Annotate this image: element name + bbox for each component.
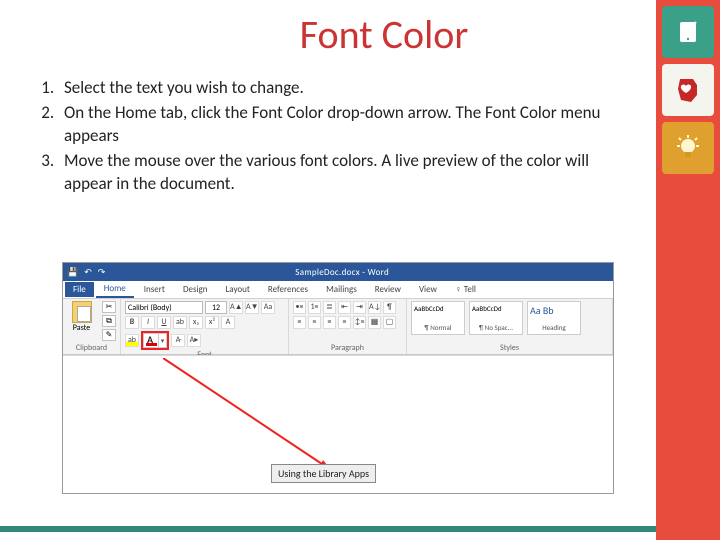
text-effects-2-button[interactable]: A▸ (187, 334, 201, 347)
shading-button[interactable]: ▦ (368, 316, 381, 329)
sort-button[interactable]: A↓ (368, 301, 381, 314)
font-color-callout: A ▾ (141, 331, 169, 350)
line-spacing-button[interactable]: ↕≡ (353, 316, 366, 329)
style-no-spacing[interactable]: AaBbCcDd ¶ No Spac... (469, 301, 523, 335)
font-name-combo[interactable]: Calibri (Body) (125, 301, 203, 314)
slide-accent-sidebar (656, 0, 720, 540)
increase-indent-button[interactable]: ⇥ (353, 301, 366, 314)
tab-review[interactable]: Review (367, 282, 409, 297)
align-right-button[interactable]: ≡ (323, 316, 336, 329)
tab-design[interactable]: Design (175, 282, 216, 297)
bullets-button[interactable]: •≡ (293, 301, 306, 314)
instruction-list: Select the text you wish to change. On t… (58, 77, 624, 196)
style-heading[interactable]: Aa Bb Heading (527, 301, 581, 335)
borders-button[interactable]: ▢ (383, 316, 396, 329)
justify-button[interactable]: ≡ (338, 316, 351, 329)
step-3: Move the mouse over the various font col… (58, 150, 624, 196)
cut-button[interactable]: ✂ (102, 301, 116, 313)
group-clipboard: Paste ✂ ⧉ ✎ Clipboard (63, 299, 121, 354)
document-sample-text: Using the Library Apps (271, 464, 376, 483)
paste-button[interactable]: Paste (67, 301, 96, 333)
format-painter-button[interactable]: ✎ (102, 329, 116, 341)
callout-arrow (163, 358, 383, 478)
document-title: SampleDoc.docx - Word (113, 267, 571, 278)
paste-label: Paste (73, 323, 90, 333)
step-2: On the Home tab, click the Font Color dr… (58, 102, 624, 148)
style-normal[interactable]: AaBbCcDd ¶ Normal (411, 301, 465, 335)
tablet-icon (662, 6, 714, 58)
tab-home[interactable]: Home (96, 281, 134, 298)
redo-icon[interactable]: ↷ (98, 267, 106, 278)
slide-bottom-rule (0, 526, 656, 532)
tab-view[interactable]: View (411, 282, 445, 297)
text-effects-button[interactable]: A (221, 316, 235, 329)
group-paragraph: •≡ 1≡ ≣ ⇤ ⇥ A↓ ¶ ≡ ≡ ≡ ≡ ↕≡ ▦ ▢ (289, 299, 407, 354)
strikethrough-button[interactable]: ab (173, 316, 187, 329)
tab-references[interactable]: References (260, 282, 316, 297)
ohio-heart-icon (662, 64, 714, 116)
group-font: Calibri (Body) 12 A▲ A▼ Aa B I U ab x₂ x… (121, 299, 289, 354)
highlight-button[interactable]: ab (125, 334, 139, 347)
group-styles: AaBbCcDd ¶ Normal AaBbCcDd ¶ No Spac... … (407, 299, 613, 354)
slide-title: Font Color (144, 10, 624, 59)
shrink-font-button[interactable]: A▼ (245, 301, 259, 314)
quick-access-toolbar: 💾 ↶ ↷ (67, 267, 105, 278)
document-area: Using the Library Apps (63, 355, 613, 493)
group-paragraph-label: Paragraph (293, 343, 402, 354)
show-marks-button[interactable]: ¶ (383, 301, 396, 314)
word-screenshot: 💾 ↶ ↷ SampleDoc.docx - Word File Home In… (62, 262, 614, 494)
bold-button[interactable]: B (125, 316, 139, 329)
paste-icon (72, 301, 92, 323)
numbering-button[interactable]: 1≡ (308, 301, 321, 314)
undo-icon[interactable]: ↶ (84, 267, 92, 278)
bulb-icon (662, 122, 714, 174)
tab-mailings[interactable]: Mailings (318, 282, 365, 297)
clear-formatting-button[interactable]: A̶ (171, 334, 185, 347)
change-case-button[interactable]: Aa (261, 301, 275, 314)
copy-button[interactable]: ⧉ (102, 315, 116, 327)
ribbon-tabs: File Home Insert Design Layout Reference… (63, 281, 613, 299)
save-icon[interactable]: 💾 (67, 267, 78, 278)
tab-layout[interactable]: Layout (218, 282, 258, 297)
group-clipboard-label: Clipboard (67, 343, 116, 354)
grow-font-button[interactable]: A▲ (229, 301, 243, 314)
tab-file[interactable]: File (65, 282, 94, 297)
tab-tell-me[interactable]: ♀ Tell (447, 282, 484, 297)
italic-button[interactable]: I (141, 316, 155, 329)
font-color-swatch (146, 343, 157, 346)
tab-insert[interactable]: Insert (136, 282, 173, 297)
font-size-combo[interactable]: 12 (205, 301, 227, 314)
group-styles-label: Styles (411, 343, 608, 354)
font-color-dropdown-arrow[interactable]: ▾ (159, 333, 167, 348)
step-1: Select the text you wish to change. (58, 77, 624, 100)
align-center-button[interactable]: ≡ (308, 316, 321, 329)
decrease-indent-button[interactable]: ⇤ (338, 301, 351, 314)
subscript-button[interactable]: x₂ (189, 316, 203, 329)
superscript-button[interactable]: x² (205, 316, 219, 329)
font-color-button[interactable]: A (143, 333, 159, 348)
word-titlebar: 💾 ↶ ↷ SampleDoc.docx - Word (63, 263, 613, 281)
multilevel-button[interactable]: ≣ (323, 301, 336, 314)
align-left-button[interactable]: ≡ (293, 316, 306, 329)
ribbon: Paste ✂ ⧉ ✎ Clipboard Calibri (Body) 12 … (63, 299, 613, 355)
underline-button[interactable]: U (157, 316, 171, 329)
